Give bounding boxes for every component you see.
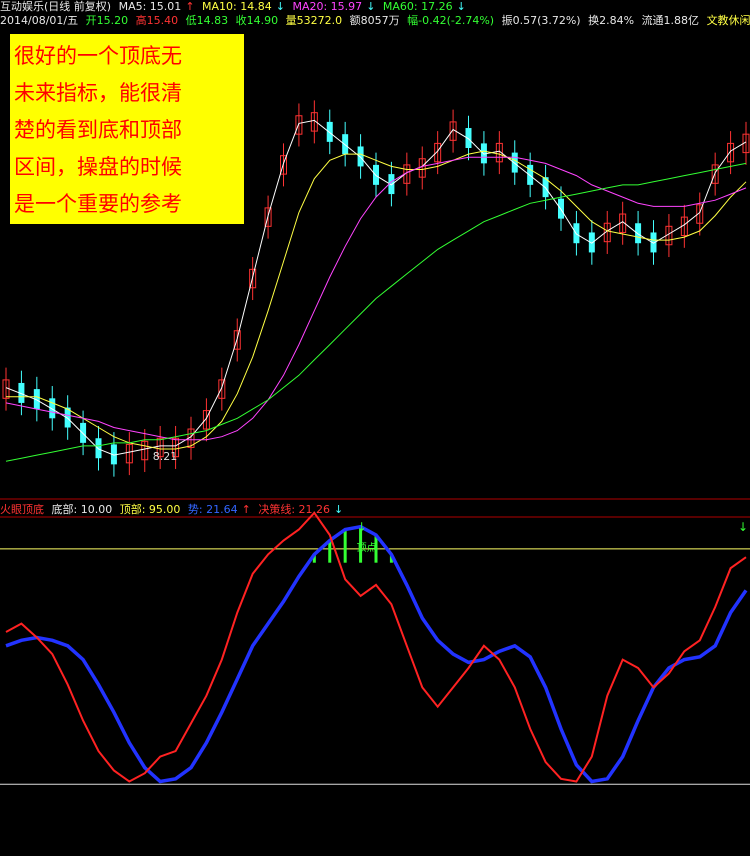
ma60-label: MA60: 17.26: [382, 0, 453, 13]
top-signal-label: 顶点: [357, 542, 377, 554]
candle-body: [80, 422, 87, 443]
quote-float: 流通1.88亿: [641, 14, 700, 27]
candle-body: [357, 146, 364, 167]
callout-line: 未来指标，能很清: [14, 81, 182, 105]
callout-line: 楚的看到底和顶部: [14, 118, 182, 142]
quote-header: 2014/08/01/五 开15.20 高15.40 低14.83 收14.90…: [0, 14, 750, 27]
trend-line: [5, 524, 748, 784]
quote-date: 2014/08/01/五: [0, 14, 79, 27]
arrow-down-icon: ↓: [334, 503, 344, 516]
quote-open: 开15.20: [85, 14, 129, 27]
arrow-down-icon: ↓: [357, 520, 367, 534]
quote-sector: 文教休闲: [706, 14, 750, 27]
arrow-down-icon: ↓: [275, 0, 285, 13]
quote-volume: 量53272.0: [285, 14, 343, 27]
quote-low: 低14.83: [185, 14, 229, 27]
candle-body: [511, 152, 518, 173]
quote-close: 收14.90: [235, 14, 279, 27]
indicator-bottom: 底部: 10.00: [51, 503, 113, 516]
chart-stage: 8.21 ↓ ↓ 顶点 互动娱乐(日线 前复权) MA5: 15.01 ↑ MA10: …: [0, 0, 750, 852]
callout-line: 区间，操盘的时候: [14, 155, 182, 179]
quote-amount: 额8057万: [349, 14, 400, 27]
arrow-down-icon: ↓: [456, 0, 466, 13]
candle-body: [342, 134, 349, 155]
quote-change: 幅-0.42(-2.74%): [407, 14, 495, 27]
indicator-header: 火眼顶底 底部: 10.00 顶部: 95.00 势: 21.64 ↑ 决策线: …: [0, 503, 347, 516]
indicator-top: 顶部: 95.00: [119, 503, 181, 516]
stock-title: 互动娱乐(日线 前复权): [0, 0, 112, 13]
arrow-up-icon: ↑: [241, 503, 251, 516]
low-price-label: 8.21: [153, 450, 178, 463]
arrow-down-icon: ↓: [738, 520, 748, 534]
indicator-decision: 决策线: 21.26: [258, 503, 331, 516]
quote-amplitude: 振0.57(3.72%): [501, 14, 581, 27]
candle-body: [95, 438, 102, 459]
quote-high: 高15.40: [135, 14, 179, 27]
quote-turnover: 换2.84%: [588, 14, 635, 27]
arrow-down-icon: ↓: [366, 0, 376, 13]
ma10-label: MA10: 14.84: [202, 0, 272, 13]
candle-body: [326, 121, 333, 142]
main-header: 互动娱乐(日线 前复权) MA5: 15.01 ↑ MA10: 14.84 ↓ MA…: [0, 0, 470, 13]
indicator-trend: 势: 21.64: [187, 503, 238, 516]
candle-body: [635, 223, 642, 244]
callout-line: 很好的一个顶底无: [14, 44, 182, 68]
ma5-label: MA5: 15.01: [118, 0, 182, 13]
indicator-name: 火眼顶底: [0, 503, 44, 516]
ma20-label: MA20: 15.97: [292, 0, 363, 13]
callout-line: 是一个重要的参考: [14, 192, 182, 216]
callout-box: 很好的一个顶底无 未来指标，能很清 楚的看到底和顶部 区间，操盘的时候 是一个重…: [10, 34, 244, 224]
arrow-up-icon: ↑: [185, 0, 195, 13]
